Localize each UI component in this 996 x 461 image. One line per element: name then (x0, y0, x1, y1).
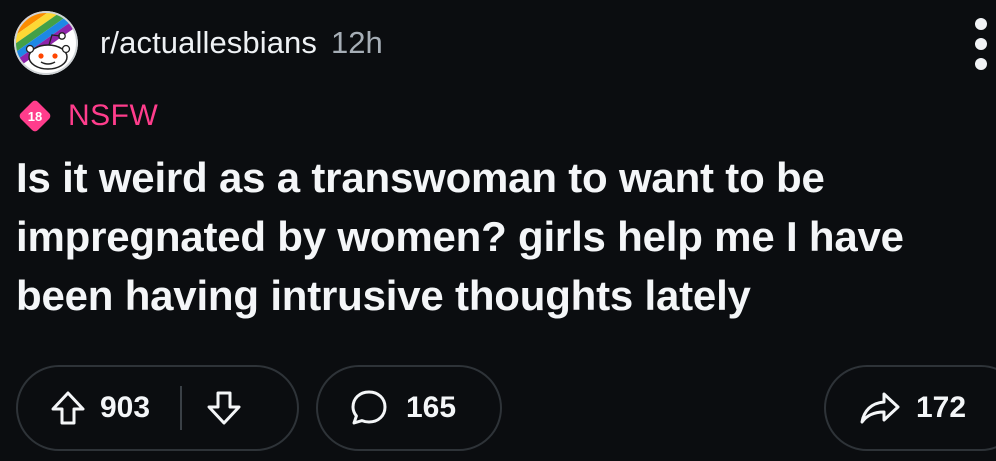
nsfw-badge-text: 18 (28, 109, 42, 124)
downvote-arrow-icon (207, 391, 241, 425)
post-time: 12h (331, 25, 383, 60)
post-header: r/actuallesbians 12h (14, 8, 383, 78)
vote-divider (180, 386, 183, 430)
post-title[interactable]: Is it weird as a transwoman to want to b… (16, 148, 976, 325)
upvote-count: 903 (100, 391, 151, 424)
share-arrow-icon (858, 388, 902, 428)
subreddit-avatar[interactable] (14, 11, 78, 75)
subreddit-name[interactable]: r/actuallesbians (100, 25, 317, 61)
comment-count: 165 (406, 391, 457, 424)
nsfw-diamond-icon: 18 (17, 98, 53, 134)
more-vertical-icon (975, 18, 987, 30)
nsfw-row: 18 NSFW (17, 96, 158, 136)
nsfw-label: NSFW (68, 99, 159, 132)
more-dot (975, 58, 987, 70)
downvote-button[interactable] (204, 388, 244, 428)
more-options-button[interactable] (966, 14, 996, 74)
share-button[interactable]: 172 (824, 365, 996, 451)
comment-bubble-icon (348, 387, 390, 429)
upvote-arrow-icon (51, 391, 85, 425)
upvote-button[interactable] (48, 388, 88, 428)
share-count: 172 (916, 391, 967, 424)
vote-bar: 903 (16, 365, 299, 451)
more-dot (975, 38, 987, 50)
comments-button[interactable]: 165 (316, 365, 502, 451)
